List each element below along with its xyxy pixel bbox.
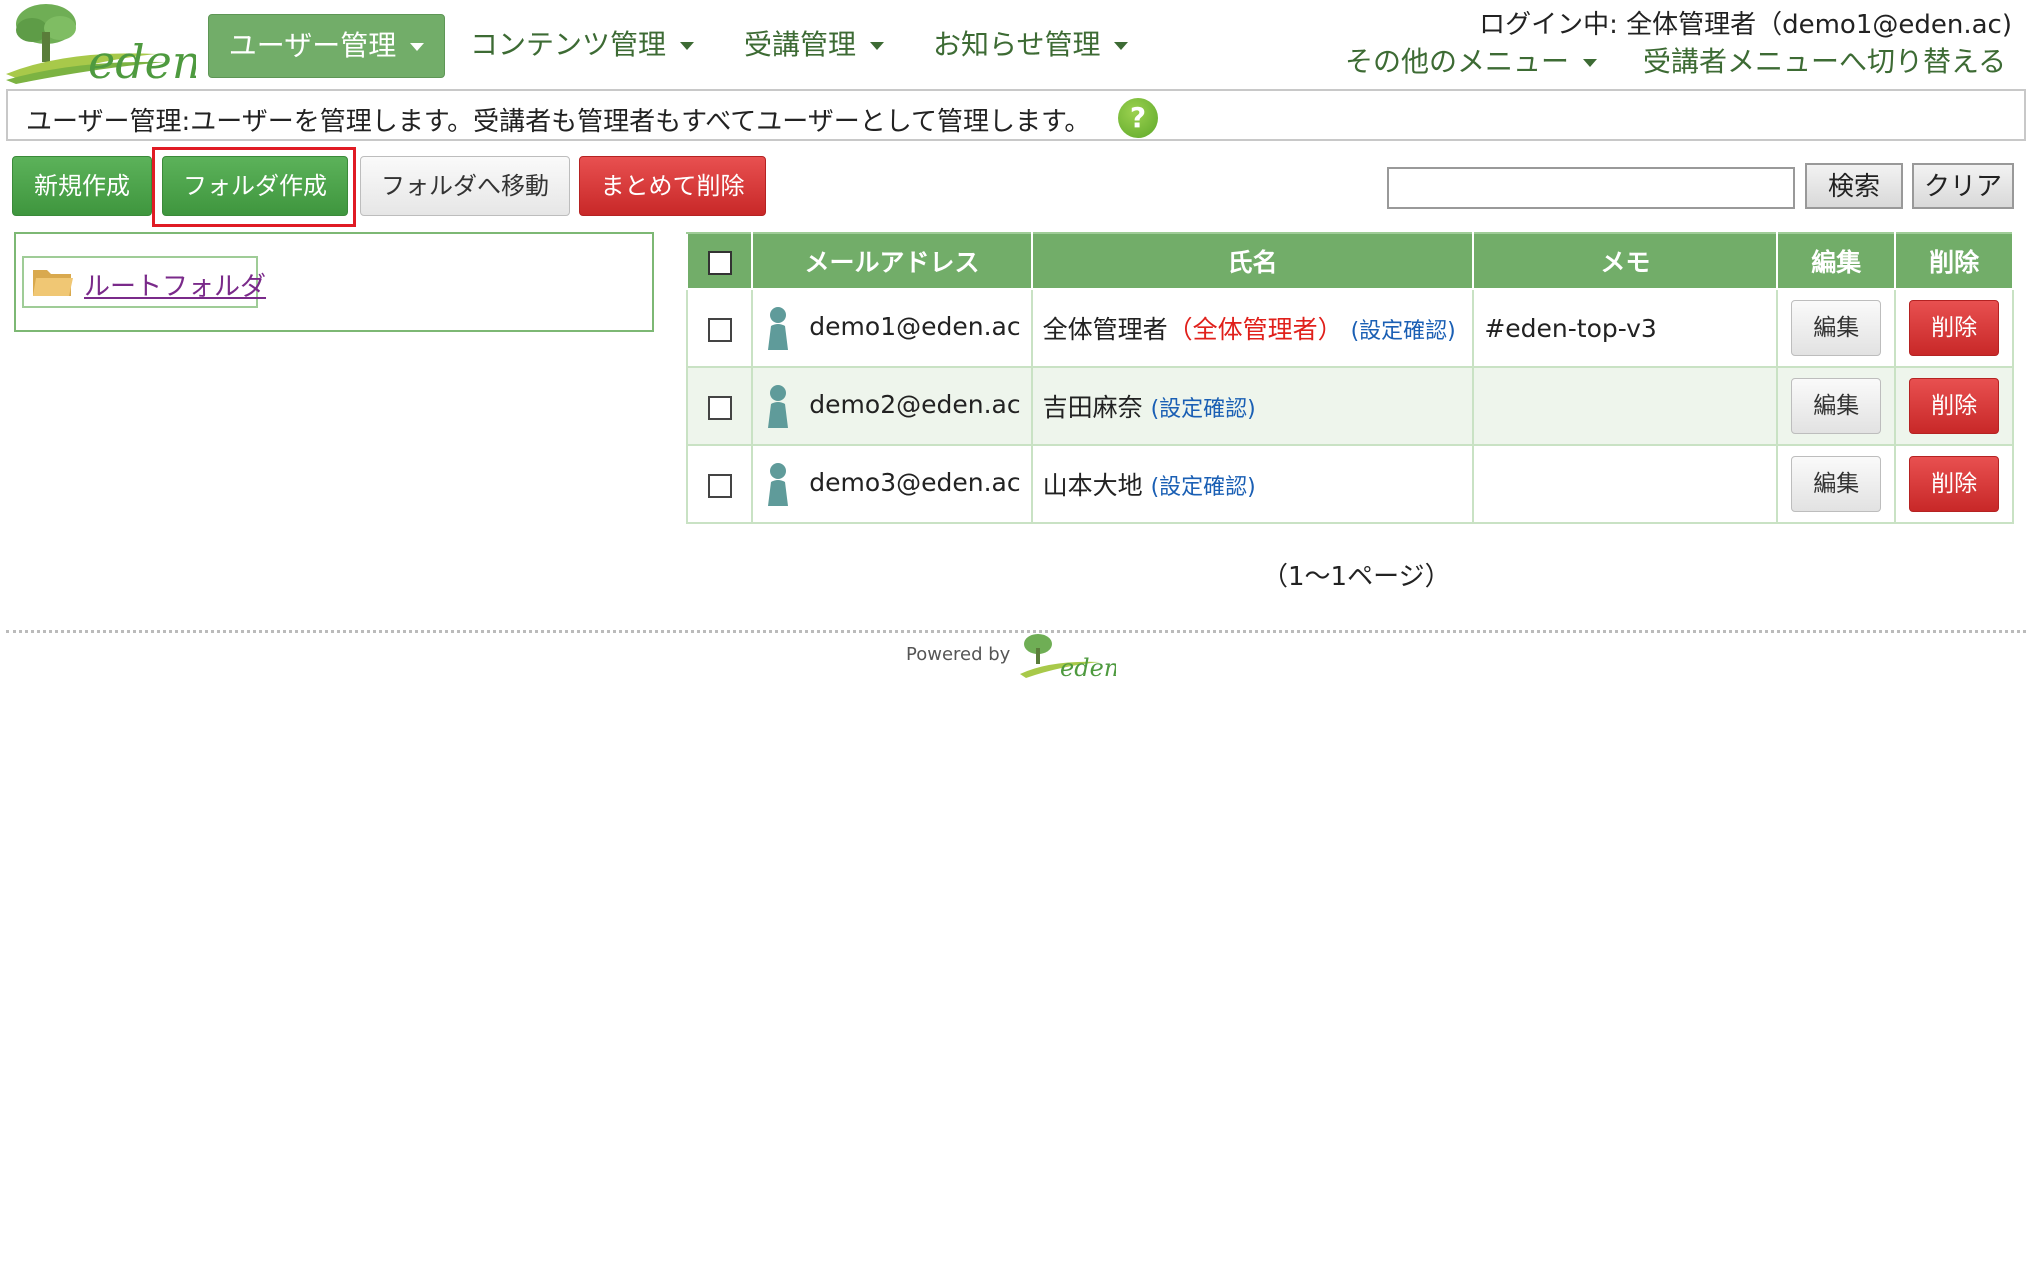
login-info: ログイン中: 全体管理者（demo1@eden.ac) — [1479, 10, 2012, 40]
user-name: 山本大地 — [1042, 471, 1143, 500]
edit-button[interactable]: 編集 — [1791, 456, 1882, 512]
root-folder-link[interactable]: ルートフォルダ — [84, 266, 266, 303]
name-column-header: 氏名 — [1030, 232, 1475, 290]
settings-confirm-link[interactable]: (設定確認) — [1151, 475, 1256, 500]
delete-column-header: 削除 — [1894, 232, 2014, 290]
delete-cell: 削除 — [1894, 288, 2014, 368]
search-button[interactable]: 検索 — [1805, 163, 1903, 209]
nav-other-menu[interactable]: その他のメニュー — [1345, 40, 1598, 84]
edit-cell: 編集 — [1776, 288, 1897, 368]
caret-down-icon — [870, 42, 885, 50]
memo-column-header: メモ — [1472, 232, 1779, 290]
nav-label: コンテンツ管理 — [470, 28, 667, 61]
footer-logo-text: eden — [1060, 654, 1116, 680]
user-email: demo2@eden.ac — [809, 390, 1021, 419]
move-to-folder-button[interactable]: フォルダへ移動 — [360, 156, 570, 216]
caret-down-icon — [1114, 42, 1129, 50]
row-checkbox[interactable] — [707, 473, 732, 498]
nav-label: 受講管理 — [744, 28, 857, 61]
edit-cell: 編集 — [1776, 444, 1897, 524]
user-table: メールアドレス 氏名 メモ 編集 削除 demo1@eden.ac 全体管理者（… — [685, 232, 2014, 524]
powered-by-text: Powered by — [906, 644, 1011, 665]
nav-label: お知らせ管理 — [933, 28, 1101, 61]
edit-column-header: 編集 — [1776, 232, 1897, 290]
user-role: （全体管理者） — [1167, 315, 1343, 344]
edit-cell: 編集 — [1776, 366, 1897, 446]
email-column-header: メールアドレス — [751, 232, 1033, 290]
switch-to-learner-menu-link[interactable]: 受講者メニューへ切り替える — [1643, 40, 2006, 84]
row-select-cell — [685, 366, 754, 446]
pagination-info: （1～1ページ） — [1262, 562, 1451, 592]
footer-eden-logo: eden — [1020, 634, 1116, 680]
delete-button[interactable]: 削除 — [1909, 456, 2000, 512]
user-name: 全体管理者 — [1042, 315, 1168, 344]
nav-notice-management[interactable]: お知らせ管理 — [933, 14, 1129, 76]
user-icon — [768, 463, 789, 506]
row-checkbox[interactable] — [707, 395, 732, 420]
user-icon — [768, 307, 789, 350]
eden-logo[interactable]: eden — [6, 2, 196, 84]
caret-down-icon — [410, 43, 425, 51]
caret-down-icon — [680, 42, 695, 50]
table-header-row: メールアドレス 氏名 メモ 編集 削除 — [685, 232, 2014, 290]
nav-user-management[interactable]: ユーザー管理 — [208, 14, 445, 78]
delete-button[interactable]: 削除 — [1909, 300, 2000, 356]
caret-down-icon — [1583, 59, 1598, 67]
name-cell: 山本大地 (設定確認) — [1030, 444, 1475, 524]
nav-content-management[interactable]: コンテンツ管理 — [470, 14, 695, 76]
user-email: demo3@eden.ac — [809, 468, 1021, 497]
email-cell: demo2@eden.ac — [751, 366, 1033, 446]
nav-label: その他のメニュー — [1345, 45, 1570, 78]
table-row: demo3@eden.ac 山本大地 (設定確認) 編集 削除 — [685, 444, 2014, 524]
root-folder-item[interactable]: ルートフォルダ — [22, 256, 266, 308]
settings-confirm-link[interactable]: (設定確認) — [1351, 319, 1456, 344]
edit-button[interactable]: 編集 — [1791, 378, 1882, 434]
nav-course-management[interactable]: 受講管理 — [744, 14, 885, 76]
help-icon[interactable]: ? — [1118, 98, 1158, 138]
footer-divider — [6, 630, 2026, 633]
user-email: demo1@eden.ac — [809, 312, 1021, 341]
email-cell: demo1@eden.ac — [751, 288, 1033, 368]
select-all-header — [685, 232, 754, 290]
folder-tree-panel: ルートフォルダ — [14, 232, 654, 332]
delete-button[interactable]: 削除 — [1909, 378, 2000, 434]
user-name: 吉田麻奈 — [1042, 393, 1143, 422]
new-user-button[interactable]: 新規作成 — [12, 156, 152, 216]
logo-text: eden — [88, 35, 196, 84]
search-input[interactable] — [1387, 167, 1795, 209]
delete-cell: 削除 — [1894, 444, 2014, 524]
folder-icon — [33, 270, 73, 296]
clear-button[interactable]: クリア — [1912, 163, 2014, 209]
edit-button[interactable]: 編集 — [1791, 300, 1882, 356]
name-cell: 全体管理者（全体管理者） (設定確認) — [1030, 288, 1475, 368]
settings-confirm-link[interactable]: (設定確認) — [1151, 397, 1256, 422]
name-cell: 吉田麻奈 (設定確認) — [1030, 366, 1475, 446]
table-row: demo2@eden.ac 吉田麻奈 (設定確認) 編集 削除 — [685, 366, 2014, 446]
bulk-delete-button[interactable]: まとめて削除 — [579, 156, 766, 216]
memo-cell: #eden-top-v3 — [1472, 288, 1779, 368]
nav-label: ユーザー管理 — [228, 29, 397, 62]
row-select-cell — [685, 444, 754, 524]
select-all-checkbox[interactable] — [707, 250, 732, 275]
description-bar: ユーザー管理:ユーザーを管理します。受講者も管理者もすべてユーザーとして管理しま… — [6, 89, 2026, 141]
page-description: ユーザー管理:ユーザーを管理します。受講者も管理者もすべてユーザーとして管理しま… — [26, 107, 1091, 137]
row-checkbox[interactable] — [707, 317, 732, 342]
table-row: demo1@eden.ac 全体管理者（全体管理者） (設定確認) #eden-… — [685, 288, 2014, 368]
memo-cell — [1472, 444, 1779, 524]
create-folder-button[interactable]: フォルダ作成 — [162, 156, 348, 216]
memo-cell — [1472, 366, 1779, 446]
delete-cell: 削除 — [1894, 366, 2014, 446]
user-icon — [768, 385, 789, 428]
row-select-cell — [685, 288, 754, 368]
email-cell: demo3@eden.ac — [751, 444, 1033, 524]
